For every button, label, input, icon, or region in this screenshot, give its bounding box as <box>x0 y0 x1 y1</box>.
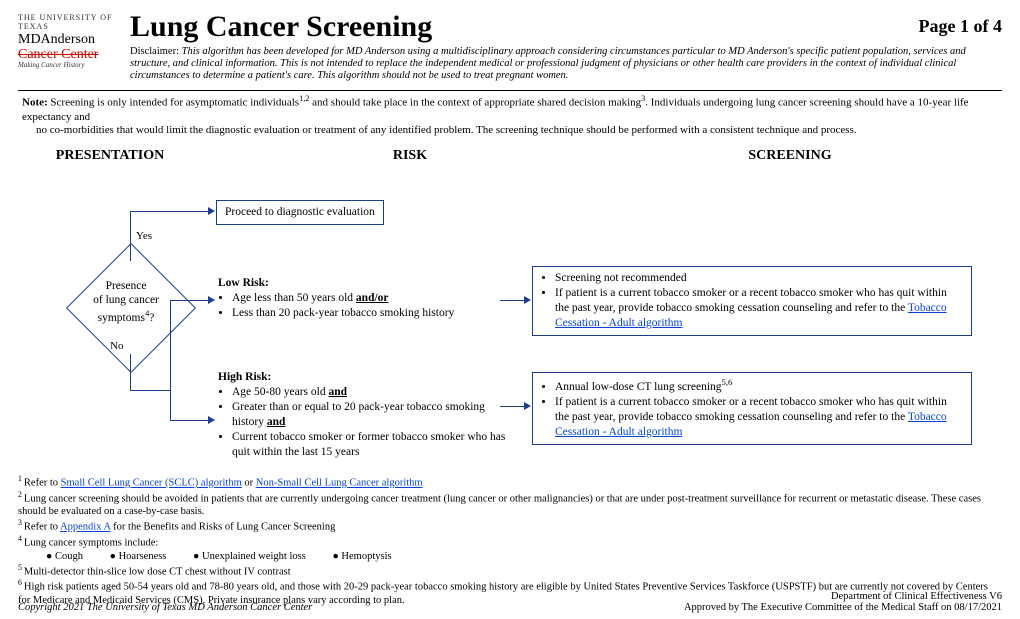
footnote-5: 5 Multi-detector thin-slice low dose CT … <box>18 563 1002 579</box>
link-appendix-a[interactable]: Appendix A <box>60 522 110 533</box>
high-risk-b1: Age 50-80 years old and <box>232 385 508 400</box>
footer-right: Department of Clinical Effectiveness V6 … <box>684 591 1002 613</box>
arrow-high-scr <box>500 406 524 407</box>
footnote-1: 1 Refer to Small Cell Lung Cancer (SCLC)… <box>18 474 1002 490</box>
box-screening-low: Screening not recommended If patient is … <box>532 266 972 336</box>
arrow-yes-head <box>208 207 215 215</box>
arrow-no-to-low <box>170 300 208 301</box>
note: Note: Screening is only intended for asy… <box>0 94 1020 138</box>
logo-line2: MDAnderson <box>18 32 118 47</box>
footer-dept: Department of Clinical Effectiveness V6 <box>684 591 1002 602</box>
low-risk-b2: Less than 20 pack-year tobacco smoking h… <box>232 306 498 321</box>
scr-low-b1: Screening not recommended <box>555 271 963 286</box>
box-screening-high: Annual low-dose CT lung screening5,6 If … <box>532 372 972 445</box>
low-risk-title: Low Risk: <box>218 277 269 289</box>
low-risk-b1: Age less than 50 years old and/or <box>232 291 498 306</box>
arrow-no-low-head <box>208 296 215 304</box>
arrow-no-h1 <box>130 390 170 391</box>
note-sup1: 1,2 <box>299 94 309 103</box>
footer-copyright: Copyright 2021 The University of Texas M… <box>18 602 312 613</box>
arrow-high-scr-head <box>524 402 531 410</box>
logo-line3: Cancer Center <box>18 47 118 62</box>
footnote-2: 2 Lung cancer screening should be avoide… <box>18 490 1002 519</box>
logo: THE UNIVERSITY OF TEXAS MDAnderson Cance… <box>18 14 118 70</box>
link-sclc[interactable]: Small Cell Lung Cancer (SCLC) algorithm <box>61 478 242 489</box>
high-risk-block: High Risk: Age 50-80 years old and Great… <box>218 370 508 460</box>
arrow-low-scr-head <box>524 296 531 304</box>
arrow-yes-v <box>130 211 131 261</box>
low-risk-block: Low Risk: Age less than 50 years old and… <box>218 276 498 321</box>
logo-line1: THE UNIVERSITY OF TEXAS <box>18 14 118 32</box>
page-number: Page 1 of 4 <box>919 16 1002 37</box>
arrow-yes-h <box>130 211 208 212</box>
footnote-3: 3 Refer to Appendix A for the Benefits a… <box>18 518 1002 534</box>
column-headings: PRESENTATION RISK SCREENING <box>0 148 1020 164</box>
high-risk-title: High Risk: <box>218 371 271 383</box>
arrow-no-to-high <box>170 420 208 421</box>
note-text1: Screening is only intended for asymptoma… <box>48 97 299 109</box>
logo-tagline: Making Cancer History <box>18 62 118 70</box>
high-risk-b3: Current tobacco smoker or former tobacco… <box>232 430 508 460</box>
label-no: No <box>110 340 123 352</box>
scr-low-b2: If patient is a current tobacco smoker o… <box>555 286 963 331</box>
arrow-low-scr <box>500 300 524 301</box>
note-label: Note: <box>22 97 48 109</box>
label-yes: Yes <box>136 230 152 242</box>
page-title: Lung Cancer Screening <box>130 10 432 44</box>
note-text4: no co-morbidities that would limit the d… <box>22 124 998 138</box>
disclaimer: Disclaimer: This algorithm has been deve… <box>130 46 1002 82</box>
high-risk-b2: Greater than or equal to 20 pack-year to… <box>232 400 508 430</box>
disclaimer-label: Disclaimer: <box>130 46 179 57</box>
link-nsclc[interactable]: Non-Small Cell Lung Cancer algorithm <box>256 478 423 489</box>
title-block: Lung Cancer Screening Page 1 of 4 Discla… <box>118 10 1002 82</box>
footer: Copyright 2021 The University of Texas M… <box>0 591 1020 613</box>
flow-diagram: Presence of lung cancer symptoms4? Yes P… <box>0 170 1020 470</box>
arrow-no-v <box>130 354 131 390</box>
footnotes: 1 Refer to Small Cell Lung Cancer (SCLC)… <box>0 470 1020 607</box>
arrow-no-split <box>170 300 171 420</box>
box-proceed: Proceed to diagnostic evaluation <box>216 200 384 225</box>
disclaimer-text: This algorithm has been developed for MD… <box>130 46 966 81</box>
scr-high-b2: If patient is a current tobacco smoker o… <box>555 395 963 440</box>
divider <box>18 90 1002 91</box>
footnote-4: 4 Lung cancer symptoms include: <box>18 534 1002 550</box>
decision-text: Presence of lung cancer symptoms4? <box>66 280 186 325</box>
col-screening: SCREENING <box>600 148 980 164</box>
arrow-no-high-head <box>208 416 215 424</box>
col-risk: RISK <box>220 148 600 164</box>
note-text2: and should take place in the context of … <box>309 97 641 109</box>
footer-approval: Approved by The Executive Committee of t… <box>684 602 1002 613</box>
footnote-4-symptoms: ● Cough ● Hoarseness ● Unexplained weigh… <box>18 550 1002 563</box>
header: THE UNIVERSITY OF TEXAS MDAnderson Cance… <box>0 0 1020 86</box>
col-presentation: PRESENTATION <box>0 148 220 164</box>
scr-high-b1: Annual low-dose CT lung screening5,6 <box>555 377 963 395</box>
